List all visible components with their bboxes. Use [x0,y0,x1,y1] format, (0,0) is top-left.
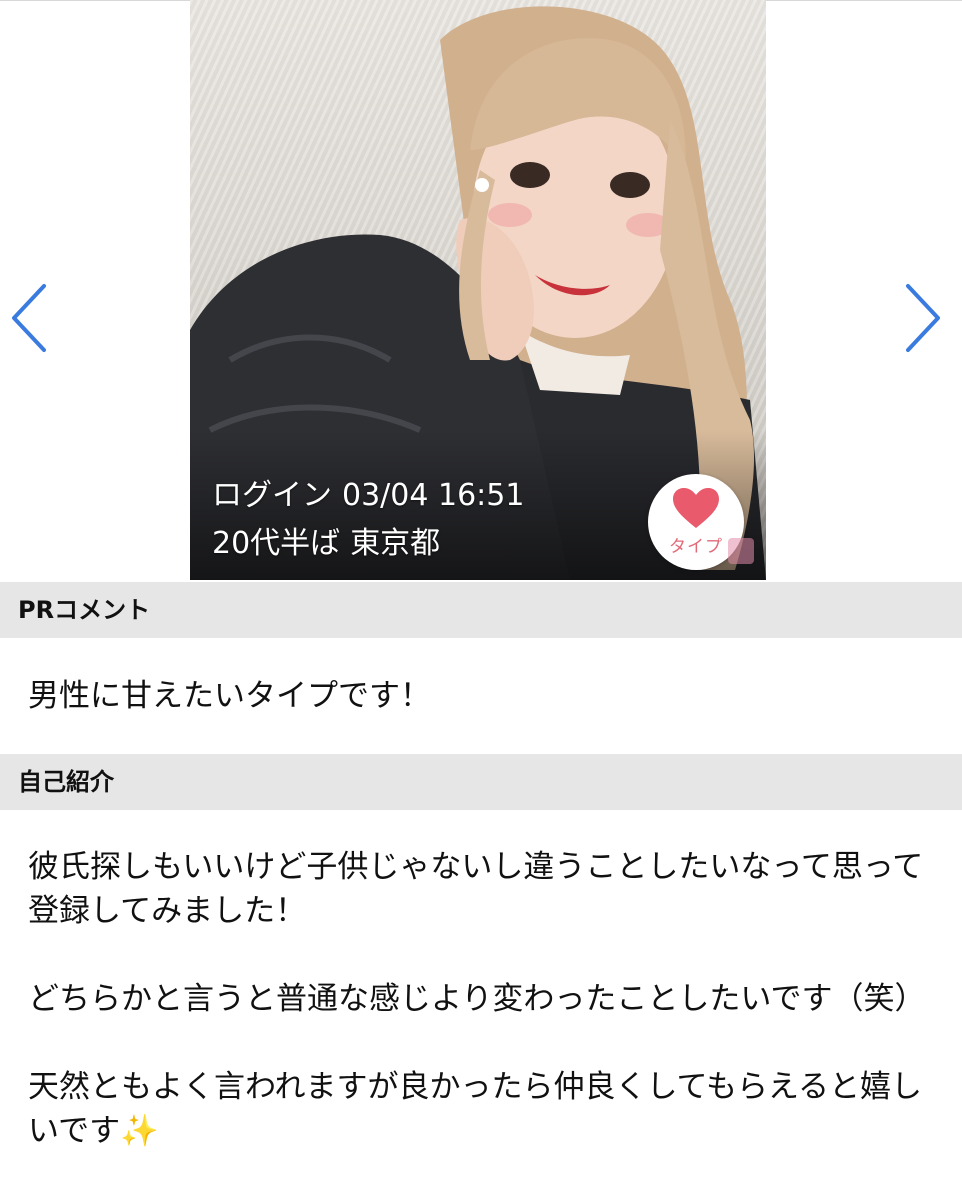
login-time: 03/04 16:51 [342,478,525,513]
profile-photo[interactable]: ログイン 03/04 16:51 20代半ば 東京都 タイプ [190,0,766,580]
pr-comment-text: 男性に甘えたいタイプです！ [28,678,431,714]
previous-photo-button[interactable] [8,282,52,354]
self-intro-heading: 自己紹介 [0,754,962,810]
app-watermark [728,538,754,564]
self-intro-text: 彼氏探しもいいけど子供じゃないし違うことしたいなって思って登録してみました！ ど… [28,849,926,1149]
last-login: ログイン 03/04 16:51 [212,478,524,514]
location-label: 東京都 [350,526,441,561]
login-label: ログイン [212,478,332,513]
chevron-left-icon [12,284,46,352]
next-photo-button[interactable] [900,282,944,354]
pr-comment-heading: PRコメント [0,582,962,638]
photo-carousel: ログイン 03/04 16:51 20代半ば 東京都 タイプ [0,0,962,580]
profile-meta: 20代半ば 東京都 [212,526,440,562]
chevron-right-icon [906,284,940,352]
heart-icon [673,488,719,528]
self-intro-title: 自己紹介 [18,768,114,796]
age-label: 20代半ば [212,526,341,561]
pr-comment-title: PRコメント [18,596,151,624]
